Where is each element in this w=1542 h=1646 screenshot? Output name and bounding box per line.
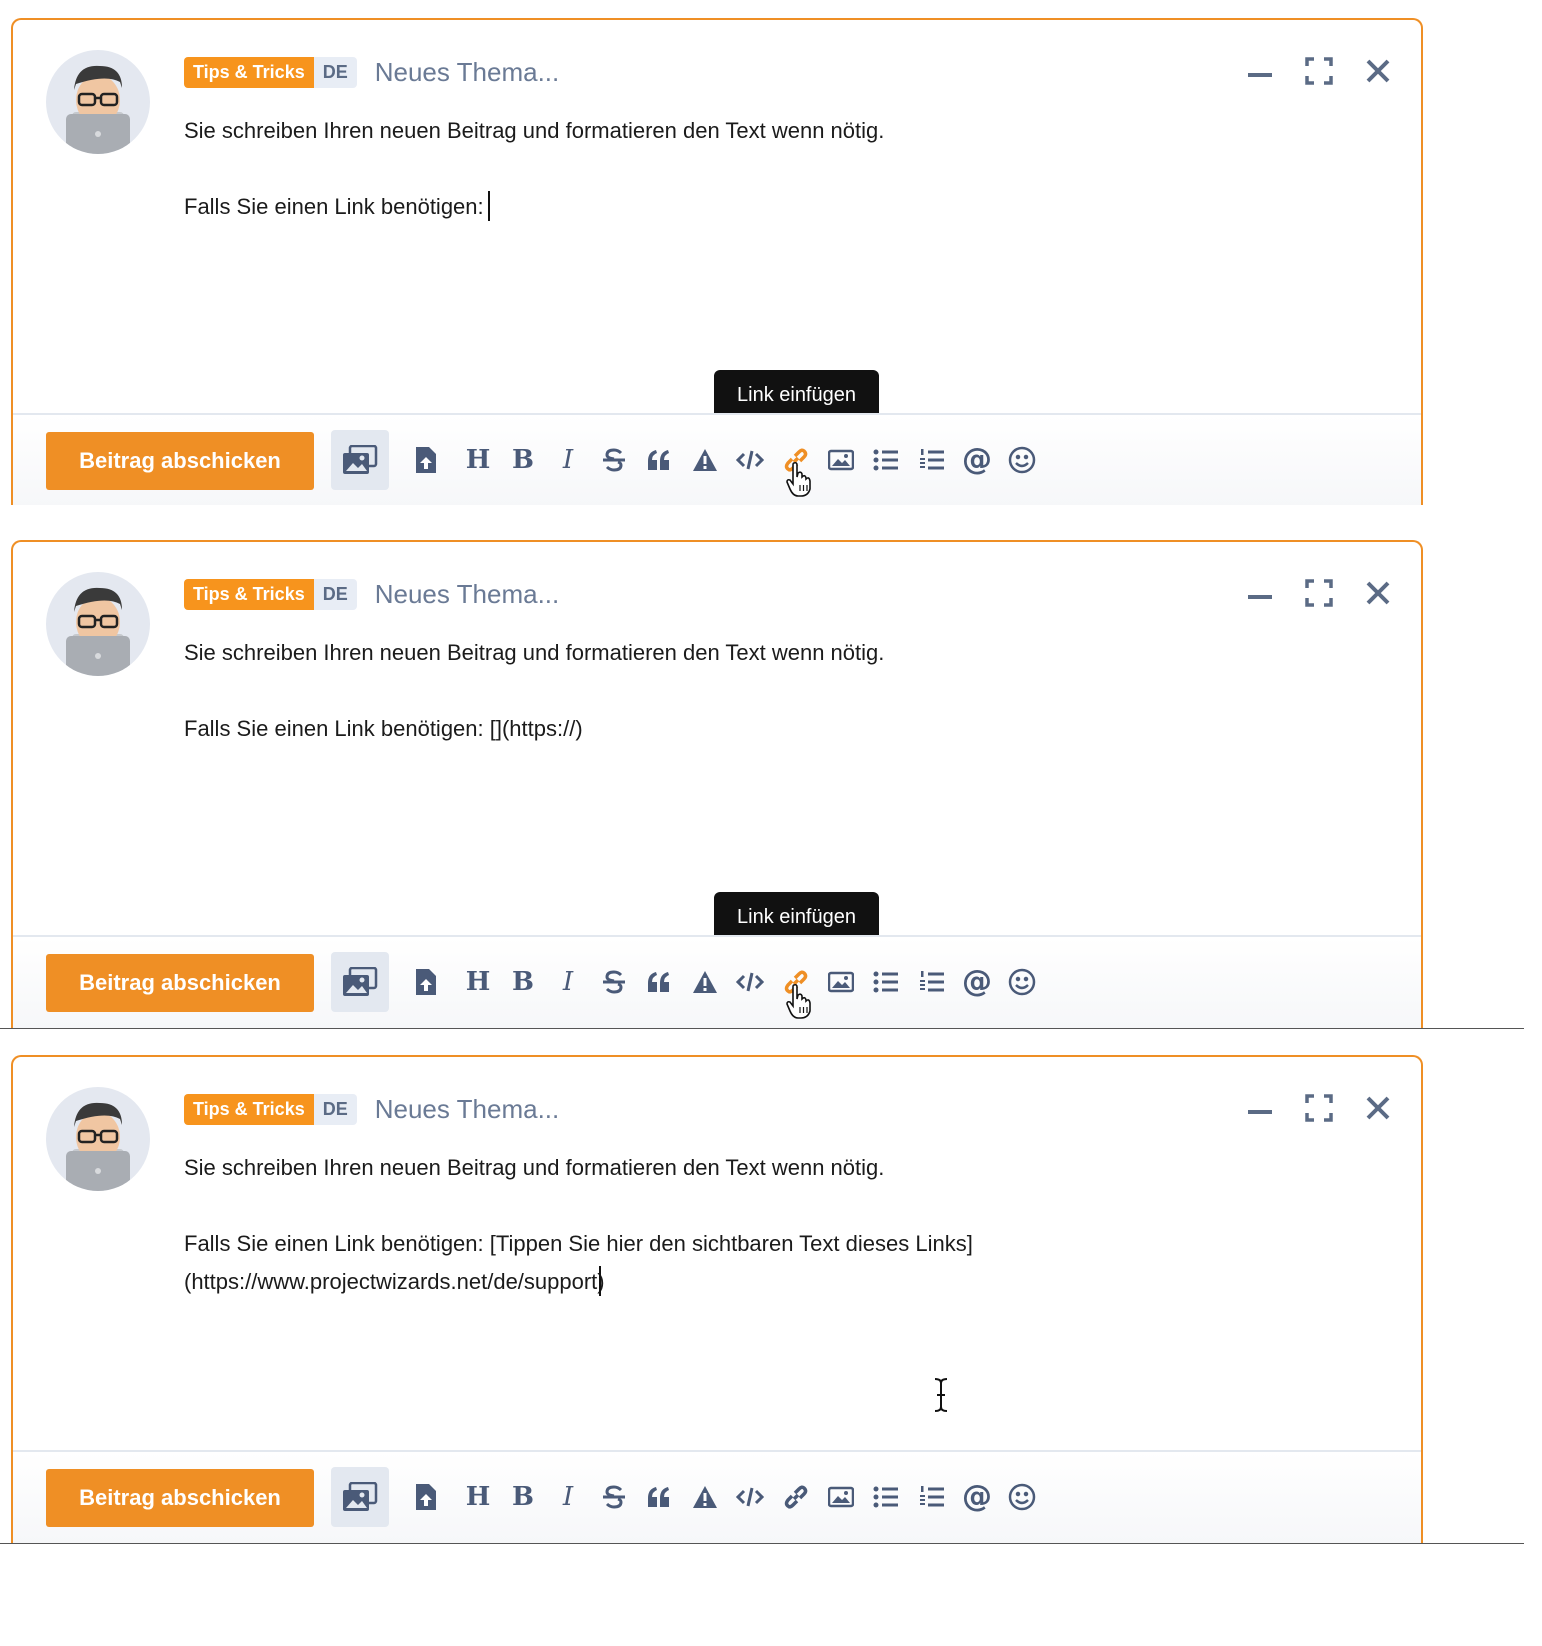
strikethrough-icon[interactable] <box>597 443 631 477</box>
minimize-icon[interactable] <box>1246 1093 1276 1123</box>
upload-icon[interactable] <box>409 1480 443 1514</box>
italic-icon[interactable]: I <box>551 965 585 999</box>
editor-line: Sie schreiben Ihren neuen Beitrag und fo… <box>184 640 885 665</box>
heading-icon[interactable]: H <box>461 443 495 477</box>
strikethrough-icon[interactable] <box>597 965 631 999</box>
quote-icon[interactable] <box>642 965 676 999</box>
post-editor[interactable]: Sie schreiben Ihren neuen Beitrag und fo… <box>184 112 884 226</box>
avatar <box>46 1087 150 1191</box>
close-icon[interactable] <box>1363 56 1393 86</box>
divider <box>0 1028 1524 1029</box>
title-input[interactable]: Neues Thema... <box>375 1094 560 1125</box>
italic-icon[interactable]: I <box>551 1480 585 1514</box>
minimize-icon[interactable] <box>1246 578 1276 608</box>
category-tag[interactable]: Tips & Tricks <box>184 578 314 610</box>
italic-icon[interactable]: I <box>551 443 585 477</box>
category-tag[interactable]: Tips & Tricks <box>184 56 314 88</box>
composer-toolbar: Beitrag abschicken H B I @ <box>13 1450 1421 1543</box>
media-picker-button[interactable] <box>331 1467 389 1527</box>
composer-panel-3: Tips & Tricks DE Neues Thema... Sie schr… <box>11 1055 1423 1543</box>
code-icon[interactable] <box>733 443 767 477</box>
bold-icon[interactable]: B <box>506 965 540 999</box>
editor-line: Falls Sie einen Link benötigen: [Tippen … <box>184 1231 973 1256</box>
submit-button[interactable]: Beitrag abschicken <box>46 1469 314 1527</box>
strikethrough-icon[interactable] <box>597 1480 631 1514</box>
media-picker-button[interactable] <box>331 430 389 490</box>
emoji-icon[interactable] <box>1005 1480 1039 1514</box>
numbered-list-icon[interactable] <box>915 965 949 999</box>
category-tag[interactable]: Tips & Tricks <box>184 1093 314 1125</box>
warning-icon[interactable] <box>688 965 722 999</box>
text-caret <box>598 1266 601 1296</box>
composer-header: Tips & Tricks DE Neues Thema... <box>184 576 559 612</box>
bullet-list-icon[interactable] <box>869 1480 903 1514</box>
language-tag[interactable]: DE <box>313 56 357 88</box>
code-icon[interactable] <box>733 1480 767 1514</box>
title-input[interactable]: Neues Thema... <box>375 579 560 610</box>
numbered-list-icon[interactable] <box>915 1480 949 1514</box>
image-icon[interactable] <box>824 1480 858 1514</box>
mention-icon[interactable]: @ <box>960 1480 994 1514</box>
bold-icon[interactable]: B <box>506 1480 540 1514</box>
code-icon[interactable] <box>733 965 767 999</box>
fullscreen-icon[interactable] <box>1304 578 1334 608</box>
fullscreen-icon[interactable] <box>1304 1093 1334 1123</box>
upload-icon[interactable] <box>409 965 443 999</box>
editor-line: Falls Sie einen Link benötigen: <box>184 188 884 226</box>
emoji-icon[interactable] <box>1005 965 1039 999</box>
mention-icon[interactable]: @ <box>960 965 994 999</box>
quote-icon[interactable] <box>642 443 676 477</box>
composer-header: Tips & Tricks DE Neues Thema... <box>184 54 559 90</box>
composer-toolbar: Beitrag abschicken H B I @ <box>13 935 1421 1028</box>
avatar <box>46 572 150 676</box>
heading-icon[interactable]: H <box>461 965 495 999</box>
warning-icon[interactable] <box>688 443 722 477</box>
upload-icon[interactable] <box>409 443 443 477</box>
editor-line: Falls Sie einen Link benötigen: [](https… <box>184 716 583 741</box>
editor-line: (https://www.projectwizards.net/de/suppo… <box>184 1263 973 1301</box>
numbered-list-icon[interactable] <box>915 443 949 477</box>
emoji-icon[interactable] <box>1005 443 1039 477</box>
composer-toolbar: Beitrag abschicken H B I @ <box>13 413 1421 505</box>
image-icon[interactable] <box>824 443 858 477</box>
warning-icon[interactable] <box>688 1480 722 1514</box>
post-editor[interactable]: Sie schreiben Ihren neuen Beitrag und fo… <box>184 634 884 748</box>
quote-icon[interactable] <box>642 1480 676 1514</box>
editor-line: Sie schreiben Ihren neuen Beitrag und fo… <box>184 1155 885 1180</box>
text-caret <box>487 191 490 221</box>
text-cursor-icon <box>934 1378 948 1412</box>
submit-button[interactable]: Beitrag abschicken <box>46 954 314 1012</box>
hand-cursor-icon <box>786 461 811 497</box>
fullscreen-icon[interactable] <box>1304 56 1334 86</box>
close-icon[interactable] <box>1363 578 1393 608</box>
composer-panel-2: Tips & Tricks DE Neues Thema... Sie schr… <box>11 540 1423 1028</box>
composer-panel-1: Tips & Tricks DE Neues Thema... Sie schr… <box>11 18 1423 505</box>
title-input[interactable]: Neues Thema... <box>375 57 560 88</box>
language-tag[interactable]: DE <box>313 1093 357 1125</box>
composer-header: Tips & Tricks DE Neues Thema... <box>184 1091 559 1127</box>
minimize-icon[interactable] <box>1246 56 1276 86</box>
submit-button[interactable]: Beitrag abschicken <box>46 432 314 490</box>
post-editor[interactable]: Sie schreiben Ihren neuen Beitrag und fo… <box>184 1149 973 1301</box>
bullet-list-icon[interactable] <box>869 443 903 477</box>
mention-icon[interactable]: @ <box>960 443 994 477</box>
language-tag[interactable]: DE <box>313 578 357 610</box>
bullet-list-icon[interactable] <box>869 965 903 999</box>
divider <box>0 1543 1524 1544</box>
heading-icon[interactable]: H <box>461 1480 495 1514</box>
bold-icon[interactable]: B <box>506 443 540 477</box>
close-icon[interactable] <box>1363 1093 1393 1123</box>
editor-line: Sie schreiben Ihren neuen Beitrag und fo… <box>184 118 885 143</box>
avatar <box>46 50 150 154</box>
image-icon[interactable] <box>824 965 858 999</box>
hand-cursor-icon <box>786 983 811 1019</box>
media-picker-button[interactable] <box>331 952 389 1012</box>
link-icon[interactable] <box>779 1480 813 1514</box>
